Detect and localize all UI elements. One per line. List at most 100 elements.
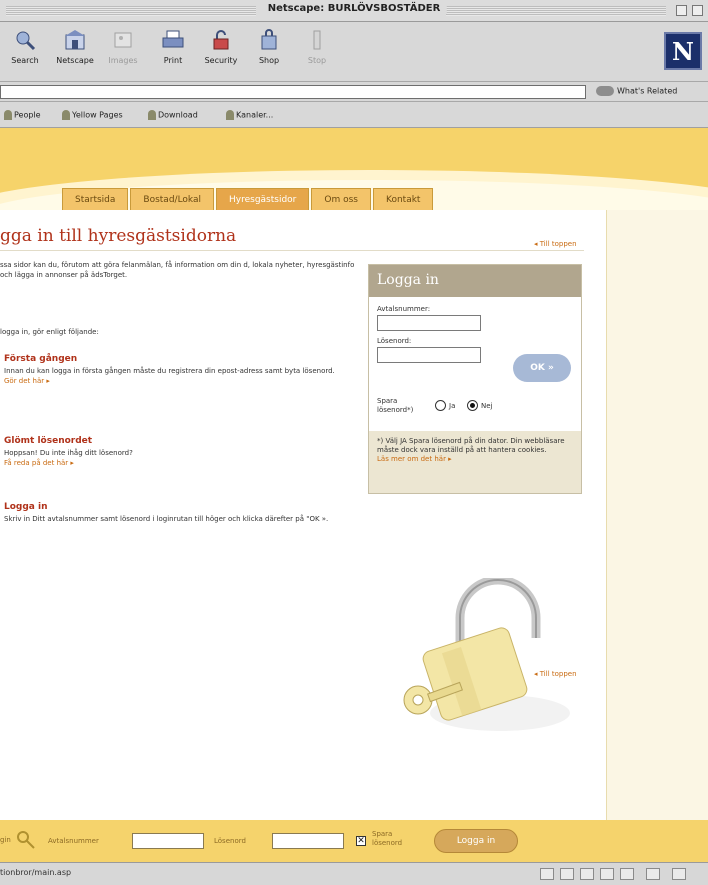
tab-startsida[interactable]: Startsida <box>62 188 129 210</box>
padlock-illustration <box>390 575 590 752</box>
shop-label: Shop <box>258 56 280 65</box>
bookmark-kanaler[interactable]: Kanaler... <box>226 110 273 120</box>
search-icon <box>12 28 38 52</box>
bookmark-label: Yellow Pages <box>72 110 123 120</box>
search-button[interactable]: Search <box>0 28 50 65</box>
section-heading: Glömt lösenordet <box>4 436 93 446</box>
footer-avtal-label: Avtalsnummer <box>48 837 99 845</box>
title-divider <box>0 250 584 251</box>
section-link[interactable]: Få reda på det här ▸ <box>4 458 354 468</box>
security-status-icon[interactable] <box>540 868 554 880</box>
footer-login-button[interactable]: Logga in <box>434 829 518 853</box>
newsgroups-icon[interactable] <box>620 868 634 880</box>
print-label: Print <box>163 56 183 65</box>
shop-button[interactable]: Shop <box>244 28 294 65</box>
bookmark-people[interactable]: People <box>4 110 41 120</box>
navigation-toolbar: Search Netscape Images Print Security Sh… <box>0 22 708 82</box>
netscape-label: Netscape <box>56 56 94 65</box>
footer-password-input[interactable] <box>272 833 344 849</box>
bookmark-icon <box>148 110 156 120</box>
netscape-button[interactable]: Netscape <box>50 28 100 65</box>
stop-label: Stop <box>307 56 327 65</box>
whats-related-button[interactable]: What's Related <box>596 86 677 96</box>
remember-yes-radio[interactable] <box>435 400 446 411</box>
section-text: Hoppsan! Du inte ihåg ditt lösenord? <box>4 449 133 457</box>
tab-kontakt[interactable]: Kontakt <box>373 188 434 210</box>
bookmark-icon <box>62 110 70 120</box>
bookmark-label: People <box>14 110 41 120</box>
footer-avtal-input[interactable] <box>132 833 204 849</box>
resize-handle-icon[interactable] <box>672 868 686 880</box>
status-text: tionbror/main.asp <box>0 868 72 877</box>
web-page: Startsida Bostad/Lokal Hyresgästsidor Om… <box>0 128 708 862</box>
footer-login-bar: gin Avtalsnummer Lösenord ✕ Spara löseno… <box>0 820 708 862</box>
status-bar: tionbror/main.asp <box>0 862 708 885</box>
remember-no-radio[interactable] <box>467 400 478 411</box>
images-icon <box>110 28 136 52</box>
footer-remember-label: Spara lösenord <box>372 830 403 847</box>
section-text: Innan du kan logga in första gången måst… <box>4 367 335 375</box>
instruction-text: logga in, gör enligt följande: <box>0 328 99 336</box>
security-lock-icon <box>208 28 234 52</box>
security-label: Security <box>204 56 238 65</box>
security-button[interactable]: Security <box>196 28 246 65</box>
ok-button[interactable]: OK » <box>513 354 571 382</box>
print-button[interactable]: Print <box>148 28 198 65</box>
tab-hyresgastsidor[interactable]: Hyresgästsidor <box>216 188 310 210</box>
bookmark-label: Download <box>158 110 198 120</box>
tab-om-oss[interactable]: Om oss <box>311 188 371 210</box>
avtal-input[interactable] <box>377 315 481 331</box>
footer-key-icon <box>16 830 36 854</box>
tab-bostad-lokal[interactable]: Bostad/Lokal <box>130 188 214 210</box>
related-icon <box>596 86 614 96</box>
bookmark-yellow-pages[interactable]: Yellow Pages <box>62 110 123 120</box>
print-icon <box>160 28 186 52</box>
location-input[interactable] <box>0 85 586 99</box>
search-label: Search <box>11 56 39 65</box>
stop-button[interactable]: Stop <box>292 28 342 65</box>
password-label: Lösenord: <box>377 337 412 345</box>
section-link[interactable]: Gör det här ▸ <box>4 376 354 386</box>
remember-label: Spara lösenord*) <box>377 397 414 414</box>
main-content: gga in till hyresgästsidorna ◂ Till topp… <box>0 210 606 820</box>
footer-remember-checkbox[interactable]: ✕ <box>356 836 366 846</box>
avtal-label: Avtalsnummer: <box>377 305 431 313</box>
address-book-icon[interactable] <box>646 868 660 880</box>
read-more-link[interactable]: Läs mer om det här ▸ <box>377 455 573 464</box>
window-titlebar[interactable]: Netscape: BURLÖVSBOSTÄDER <box>0 0 708 22</box>
netscape-logo: N <box>664 32 702 70</box>
login-box: Logga in Avtalsnummer: Lösenord: OK » Sp… <box>368 264 582 494</box>
navigator-icon[interactable] <box>560 868 574 880</box>
section-text: Skriv in Ditt avtalsnummer samt lösenord… <box>4 515 329 523</box>
images-button[interactable]: Images <box>98 28 148 65</box>
login-header: Logga in <box>369 265 581 297</box>
cookie-note: *) Välj JA Spara lösenord på din dator. … <box>369 431 581 493</box>
to-top-link-bottom[interactable]: ◂ Till toppen <box>534 670 577 678</box>
bookmark-download[interactable]: Download <box>148 110 198 120</box>
netscape-home-icon <box>62 28 88 52</box>
to-top-link[interactable]: ◂ Till toppen <box>534 240 577 248</box>
mail-icon[interactable] <box>580 868 594 880</box>
password-input[interactable] <box>377 347 481 363</box>
titlebar-stripes <box>446 6 666 16</box>
shop-bag-icon <box>256 28 282 52</box>
section-heading: Logga in <box>4 502 48 512</box>
section-forgot-password: Glömt lösenordet Hoppsan! Du inte ihåg d… <box>4 436 354 468</box>
stop-icon <box>304 28 330 52</box>
yes-label: Ja <box>449 402 456 410</box>
footer-password-label: Lösenord <box>214 837 246 845</box>
bookmark-icon <box>4 110 12 120</box>
page-title: gga in till hyresgästsidorna <box>0 226 237 246</box>
whats-related-label: What's Related <box>617 86 678 96</box>
titlebar-stripes <box>6 6 256 16</box>
intro-text: ssa sidor kan du, förutom att göra felan… <box>0 261 355 279</box>
personal-toolbar: People Yellow Pages Download Kanaler... <box>0 102 708 128</box>
composer-icon[interactable] <box>600 868 614 880</box>
section-heading: Första gången <box>4 354 78 364</box>
zoom-button[interactable] <box>676 5 687 16</box>
footer-login-label: gin <box>0 836 11 844</box>
images-label: Images <box>108 56 138 65</box>
collapse-button[interactable] <box>692 5 703 16</box>
section-first-time: Första gången Innan du kan logga in förs… <box>4 354 354 386</box>
window-title: Netscape: BURLÖVSBOSTÄDER <box>261 3 447 14</box>
